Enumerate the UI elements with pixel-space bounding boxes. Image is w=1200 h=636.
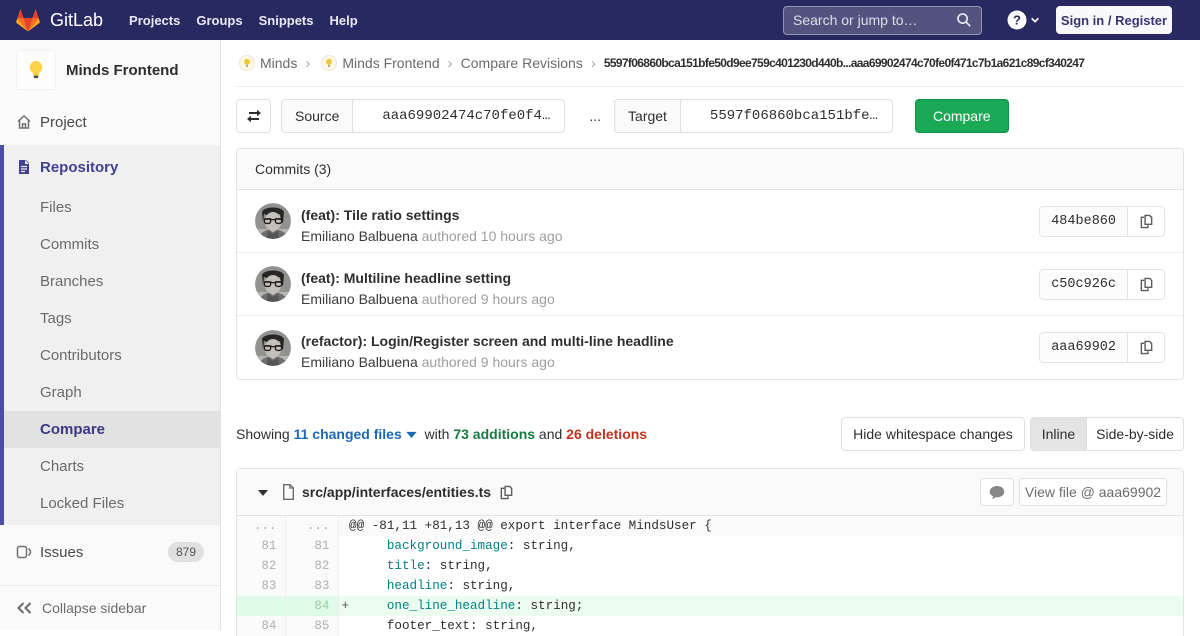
svg-text:?: ? (1013, 13, 1021, 28)
